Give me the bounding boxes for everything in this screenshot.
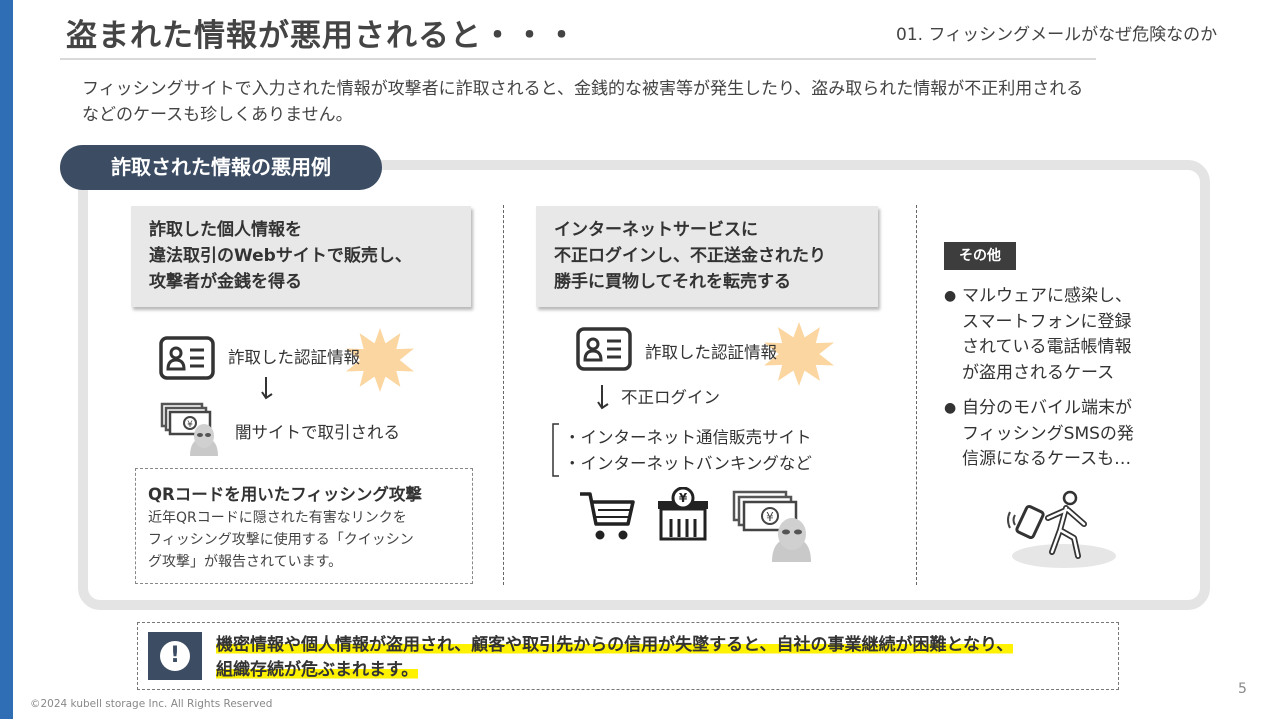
other-line: フィッシングSMSの発 bbox=[962, 423, 1134, 444]
col1-summary-box: 詐取した個人情報を 違法取引のWebサイトで販売し、 攻撃者が金銭を得る bbox=[131, 206, 471, 307]
col1-box-line: 攻撃者が金銭を得る bbox=[149, 272, 302, 292]
col2-box-line: 勝手に買物してそれを転売する bbox=[554, 272, 791, 292]
other-list: ● マルウェアに感染し、 スマートフォンに登録 されている電話帳情報 が盗用され… bbox=[944, 284, 1164, 483]
intro-line-1: フィッシングサイトで入力された情報が攻撃者に詐取されると、金銭的な被害等が発生し… bbox=[82, 79, 1084, 99]
impact-alert-box: ! 機密情報や個人情報が盗用され、顧客や取引先からの信用が失墜すると、自社の事業… bbox=[137, 622, 1119, 690]
alert-line-1: 機密情報や個人情報が盗用され、顧客や取引先からの信用が失墜すると、自社の事業継続… bbox=[216, 635, 1014, 655]
col2-login-label: 不正ログイン bbox=[621, 388, 720, 407]
page-number: 5 bbox=[1238, 681, 1247, 697]
bracket-icon bbox=[551, 422, 561, 482]
other-tag: その他 bbox=[944, 242, 1016, 270]
qr-body-line: フィッシング攻撃に使用する「クイッシン bbox=[148, 532, 414, 548]
bullet-icon: ● bbox=[944, 400, 957, 416]
shopping-cart-icon bbox=[578, 488, 636, 548]
alert-text: 機密情報や個人情報が盗用され、顧客や取引先からの信用が失墜すると、自社の事業継続… bbox=[216, 633, 1014, 683]
bank-icon: ¥ bbox=[655, 486, 711, 547]
id-card-icon bbox=[159, 336, 215, 384]
alert-icon-box: ! bbox=[148, 632, 202, 680]
money-thief-icon: ¥ bbox=[732, 490, 812, 568]
col1-credential-label: 詐取した認証情報 bbox=[228, 348, 360, 367]
qr-body-line: グ攻撃」が報告されています。 bbox=[148, 554, 343, 570]
other-line: 自分のモバイル端末が bbox=[962, 398, 1132, 418]
col2-target-1: ・インターネット通信販売サイト bbox=[564, 428, 812, 447]
down-arrow-icon bbox=[260, 375, 276, 405]
intro-line-2: などのケースも珍しくありません。 bbox=[82, 105, 353, 125]
svg-text:¥: ¥ bbox=[766, 510, 774, 524]
col2-target-2: ・インターネットバンキングなど bbox=[564, 454, 812, 473]
intro-text: フィッシングサイトで入力された情報が攻撃者に詐取されると、金銭的な被害等が発生し… bbox=[82, 76, 1222, 128]
other-line: マルウェアに感染し、 bbox=[962, 286, 1132, 306]
down-arrow-icon bbox=[596, 383, 612, 415]
other-line: 信源になるケースも… bbox=[962, 449, 1132, 469]
alert-line-2: 組織存続が危ぶまれます。 bbox=[216, 660, 419, 680]
bullet-icon: ● bbox=[944, 288, 957, 304]
id-card-icon bbox=[576, 327, 632, 375]
col1-dark-site-label: 闇サイトで取引される bbox=[235, 423, 400, 442]
list-item: ● マルウェアに感染し、 スマートフォンに登録 されている電話帳情報 が盗用され… bbox=[944, 284, 1164, 386]
walking-phone-icon bbox=[1004, 488, 1120, 576]
col2-box-line: インターネットサービスに bbox=[554, 220, 758, 240]
left-accent-bar bbox=[0, 0, 13, 719]
svg-text:¥: ¥ bbox=[679, 491, 688, 505]
examples-heading: 詐取された情報の悪用例 bbox=[60, 145, 382, 190]
page-title: 盗まれた情報が悪用されると・・・ bbox=[66, 18, 578, 54]
other-line: が盗用されるケース bbox=[962, 362, 1115, 383]
copyright: ©2024 kubell storage Inc. All Rights Res… bbox=[30, 698, 273, 710]
qr-attack-title: QRコードを用いたフィッシング攻撃 bbox=[148, 485, 422, 504]
col2-summary-box: インターネットサービスに 不正ログインし、不正送金されたり 勝手に買物してそれを… bbox=[536, 206, 878, 307]
qr-attack-body: 近年QRコードに隠された有害なリンクを フィッシング攻撃に使用する「クイッシン … bbox=[148, 507, 460, 573]
col2-credential-label: 詐取した認証情報 bbox=[645, 343, 777, 362]
title-divider bbox=[60, 58, 1096, 60]
column-divider-2 bbox=[916, 205, 917, 585]
other-line: スマートフォンに登録 bbox=[962, 311, 1132, 332]
col1-box-line: 違法取引のWebサイトで販売し、 bbox=[149, 246, 412, 266]
qr-attack-box: QRコードを用いたフィッシング攻撃 近年QRコードに隠された有害なリンクを フィ… bbox=[135, 468, 473, 584]
svg-text:¥: ¥ bbox=[187, 420, 193, 430]
column-divider-1 bbox=[503, 205, 504, 585]
list-item: ● 自分のモバイル端末が フィッシングSMSの発 信源になるケースも… bbox=[944, 396, 1164, 473]
section-label: 01. フィッシングメールがなぜ危険なのか bbox=[896, 25, 1218, 45]
qr-body-line: 近年QRコードに隠された有害なリンクを bbox=[148, 510, 407, 526]
money-thief-icon: ¥ bbox=[160, 402, 220, 462]
other-line: されている電話帳情報 bbox=[962, 337, 1132, 357]
col1-box-line: 詐取した個人情報を bbox=[149, 220, 302, 240]
exclamation-icon: ! bbox=[160, 641, 190, 671]
col2-box-line: 不正ログインし、不正送金されたり bbox=[554, 246, 826, 266]
